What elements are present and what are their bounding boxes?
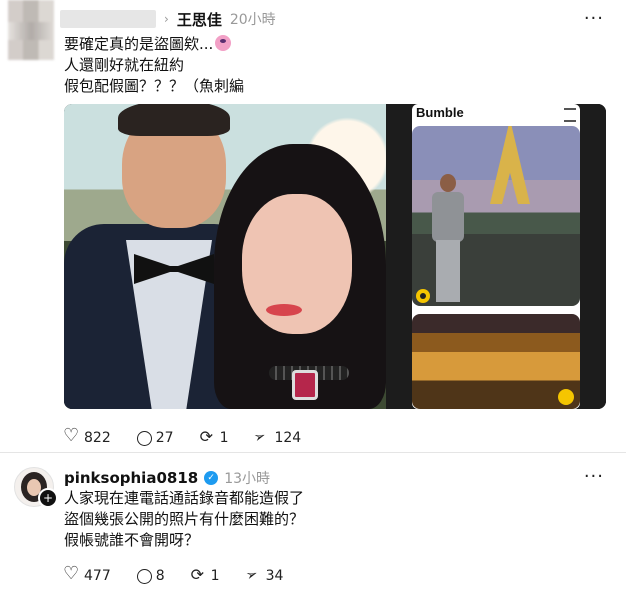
badge-icon	[416, 289, 430, 303]
repost-count: 1	[219, 430, 229, 446]
paris-photo	[412, 126, 580, 306]
photo-bumble-screenshot[interactable]: Bumble	[386, 104, 606, 409]
heart-icon	[63, 563, 80, 584]
share-icon	[246, 568, 262, 584]
like-count: 822	[84, 430, 111, 446]
post-2-actions: 477 8 1 34	[63, 563, 284, 584]
timestamp: 13小時	[224, 471, 271, 487]
post-1-actions: 822 27 1 124	[63, 425, 301, 446]
post-1: › 王思佳 20小時 ··· 要確定真的是盜圖欸... 人還剛好就在紐約 假包配…	[0, 0, 626, 452]
share-icon	[254, 430, 270, 446]
repost-icon	[191, 565, 207, 584]
post-media[interactable]: Bumble	[64, 104, 606, 409]
person-figure	[428, 174, 468, 304]
repost-button[interactable]: 1	[191, 565, 220, 584]
more-icon[interactable]: ···	[584, 8, 604, 29]
filter-icon	[564, 108, 576, 122]
photo-detail	[118, 104, 230, 136]
photo-detail	[266, 304, 302, 316]
username[interactable]: pinksophia0818	[64, 469, 198, 487]
verified-icon: ✓	[204, 471, 219, 485]
photo-detail	[436, 240, 460, 302]
post-2-text: 人家現在連電話通話錄音都能造假了 盜個幾張公開的照片有什麼困難的？ 假帳號誰不會…	[64, 488, 304, 551]
badge-icon	[558, 389, 574, 405]
like-count: 477	[84, 568, 111, 584]
photo-couple[interactable]	[64, 104, 386, 409]
eiffel-tower	[490, 126, 530, 204]
comment-count: 8	[155, 568, 165, 584]
post-1-text: 要確定真的是盜圖欸... 人還剛好就在紐約 假包配假圖？？？（魚刺編	[64, 34, 244, 97]
more-icon[interactable]: ···	[584, 466, 604, 487]
photo-detail	[292, 370, 318, 400]
share-button[interactable]: 124	[254, 430, 301, 446]
emoji-icon	[215, 35, 232, 51]
chevron-right-icon: ›	[164, 12, 169, 26]
repost-count: 1	[210, 568, 220, 584]
comment-icon	[136, 430, 152, 446]
night-building-photo	[412, 314, 580, 409]
post-line: 要確定真的是盜圖欸...	[64, 35, 214, 53]
comment-button[interactable]: 27	[136, 430, 174, 446]
divider	[0, 452, 626, 453]
post-2-header: pinksophia0818 ✓ 13小時	[64, 468, 270, 488]
redacted-username	[60, 10, 156, 28]
heart-icon	[63, 425, 80, 446]
share-count: 34	[265, 568, 284, 584]
plus-icon[interactable]: +	[38, 488, 58, 508]
bumble-profile-card: Bumble	[412, 104, 580, 409]
post-line: 假帳號誰不會開呀？	[64, 531, 200, 549]
avatar-redacted[interactable]	[8, 0, 54, 60]
post-line: 假包配假圖？？？（魚刺編	[64, 77, 245, 95]
like-button[interactable]: 822	[63, 425, 111, 446]
share-button[interactable]: 34	[246, 568, 284, 584]
bumble-label: Bumble	[416, 105, 464, 120]
post-line: 人還剛好就在紐約	[64, 56, 185, 74]
photo-detail	[440, 174, 456, 192]
comment-icon	[136, 568, 152, 584]
comment-count: 27	[155, 430, 174, 446]
timestamp: 20小時	[229, 12, 276, 28]
post-line: 盜個幾張公開的照片有什麼困難的？	[64, 510, 305, 528]
post-line: 人家現在連電話通話錄音都能造假了	[64, 489, 305, 507]
comment-button[interactable]: 8	[136, 568, 165, 584]
photo-detail	[432, 192, 464, 242]
share-count: 124	[274, 430, 302, 446]
repost-button[interactable]: 1	[200, 427, 229, 446]
like-button[interactable]: 477	[63, 563, 111, 584]
post-1-header: › 王思佳 20小時	[60, 6, 276, 32]
username[interactable]: 王思佳	[177, 9, 222, 30]
repost-icon	[200, 427, 216, 446]
